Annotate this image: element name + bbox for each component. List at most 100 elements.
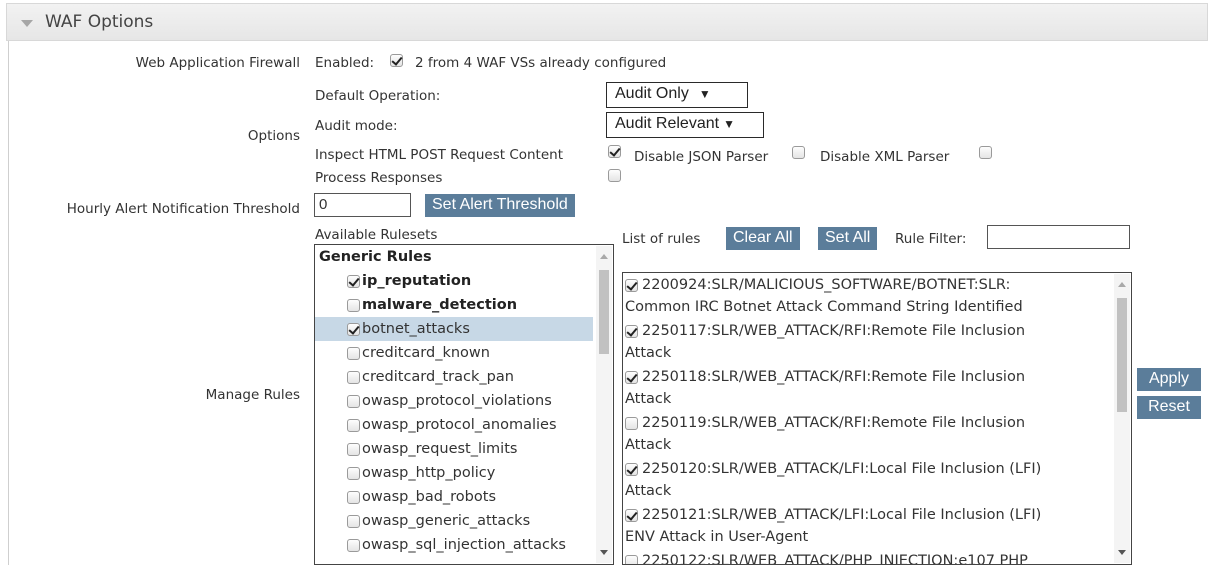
default-operation-value: Audit Only (615, 85, 689, 102)
inspect-post-label: Inspect HTML POST Request Content (315, 147, 564, 163)
ruleset-checkbox[interactable] (347, 298, 360, 312)
ruleset-label: creditcard_track_pan (362, 369, 514, 385)
section-header-waf-options[interactable]: WAF Options (6, 3, 1208, 41)
disable-xml-label: Disable XML Parser (820, 149, 950, 165)
ruleset-label: ip_reputation (362, 273, 472, 289)
collapse-triangle-icon[interactable] (21, 20, 33, 27)
rule-checkbox[interactable] (625, 416, 638, 430)
ruleset-label: owasp_protocol_anomalies (362, 417, 557, 433)
rule-text-line2: Attack (625, 437, 672, 453)
scroll-up-arrow-icon[interactable] (1118, 282, 1126, 287)
rule-text-line1: 2250118:SLR/WEB_ATTACK/RFI:Remote File I… (642, 369, 1026, 385)
ruleset-label: creditcard_known (362, 345, 490, 361)
ruleset-label: botnet_attacks (362, 321, 470, 337)
inspect-post-checkbox[interactable] (608, 145, 621, 158)
ruleset-checkbox[interactable] (347, 322, 360, 336)
ruleset-checkbox[interactable] (347, 370, 360, 384)
rulesets-listbox[interactable]: Generic Rules ip_reputation malware_detec… (314, 244, 614, 565)
rule-text-line2: Common IRC Botnet Attack Command String … (625, 299, 1023, 315)
default-operation-label: Default Operation: (315, 88, 441, 104)
ruleset-item[interactable]: owasp_request_limits (315, 437, 593, 461)
ruleset-label: owasp_bad_robots (362, 489, 496, 505)
ruleset-checkbox[interactable] (347, 514, 360, 528)
ruleset-item[interactable]: botnet_attacks (315, 317, 593, 341)
process-responses-checkbox[interactable] (608, 169, 621, 182)
reset-button[interactable]: Reset (1137, 396, 1201, 419)
options-label: Options (247, 128, 300, 144)
ruleset-checkbox[interactable] (347, 466, 360, 480)
rule-text-line1: 2250121:SLR/WEB_ATTACK/LFI:Local File In… (642, 507, 1042, 523)
apply-button[interactable]: Apply (1137, 368, 1201, 391)
audit-mode-select[interactable]: Audit Relevant ▼ (606, 112, 764, 138)
ruleset-item[interactable]: creditcard_track_pan (315, 365, 593, 389)
rule-text-line1: 2250122:SLR/WEB_ATTACK/PHP_INJECTION:e10… (642, 553, 1028, 565)
ruleset-checkbox[interactable] (347, 394, 360, 408)
rule-text-line2: ENV Attack in User-Agent (625, 529, 809, 545)
waf-label: Web Application Firewall (135, 55, 300, 71)
scroll-down-arrow-icon[interactable] (1118, 550, 1126, 555)
rule-checkbox[interactable] (625, 324, 638, 338)
ruleset-label: owasp_generic_attacks (362, 513, 531, 529)
dropdown-arrow-icon: ▼ (698, 87, 711, 101)
rules-scrollbar[interactable] (1114, 274, 1130, 563)
set-all-button[interactable]: Set All (818, 227, 878, 250)
audit-mode-value: Audit Relevant (615, 115, 720, 132)
threshold-label: Hourly Alert Notification Threshold (66, 201, 300, 217)
ruleset-checkbox[interactable] (347, 346, 360, 360)
rule-checkbox[interactable] (625, 370, 638, 384)
rule-item[interactable]: 2250117:SLR/WEB_ATTACK/RFI:Remote File I… (625, 323, 1025, 339)
audit-mode-label: Audit mode: (315, 118, 398, 134)
rule-filter-input[interactable] (987, 225, 1130, 249)
threshold-input[interactable]: 0 (314, 193, 411, 217)
rule-item[interactable]: 2250120:SLR/WEB_ATTACK/LFI:Local File In… (625, 461, 1041, 477)
ruleset-item[interactable]: owasp_http_policy (315, 461, 593, 485)
clear-all-button[interactable]: Clear All (726, 227, 800, 250)
rule-checkbox[interactable] (625, 554, 638, 564)
rule-item[interactable]: 2250119:SLR/WEB_ATTACK/RFI:Remote File I… (625, 415, 1025, 431)
waf-status-text: 2 from 4 WAF VSs already configured (415, 55, 667, 71)
ruleset-checkbox[interactable] (347, 418, 360, 432)
ruleset-item[interactable]: owasp_protocol_violations (315, 389, 593, 413)
rulesets-scrollbar[interactable] (596, 246, 612, 563)
rule-text-line1: 2200924:SLR/MALICIOUS_SOFTWARE/BOTNET:SL… (642, 277, 1011, 293)
rule-item[interactable]: 2250122:SLR/WEB_ATTACK/PHP_INJECTION:e10… (625, 553, 1028, 565)
ruleset-label: owasp_sql_injection_attacks (362, 537, 566, 553)
ruleset-item[interactable]: malware_detection (315, 293, 593, 317)
ruleset-item[interactable]: owasp_sql_injection_attacks (315, 533, 593, 557)
ruleset-checkbox[interactable] (347, 442, 360, 456)
ruleset-item[interactable]: ip_reputation (315, 269, 593, 293)
default-operation-select[interactable]: Audit Only ▼ (606, 82, 748, 108)
waf-enabled-checkbox[interactable] (390, 54, 403, 67)
rulesets-scroll-thumb[interactable] (599, 270, 609, 354)
disable-xml-checkbox[interactable] (979, 146, 992, 159)
list-of-rules-label: List of rules (622, 231, 701, 247)
ruleset-item[interactable]: owasp_bad_robots (315, 485, 593, 509)
dropdown-arrow-icon: ▼ (723, 117, 735, 131)
ruleset-checkbox[interactable] (347, 274, 360, 288)
rules-scroll-thumb[interactable] (1117, 298, 1127, 412)
available-rulesets-label: Available Rulesets (315, 227, 438, 243)
rule-checkbox[interactable] (625, 508, 638, 522)
ruleset-checkbox[interactable] (347, 538, 360, 552)
ruleset-group-header: Generic Rules (319, 249, 432, 265)
rule-item[interactable]: 2250121:SLR/WEB_ATTACK/LFI:Local File In… (625, 507, 1041, 523)
rule-text-line1: 2250120:SLR/WEB_ATTACK/LFI:Local File In… (642, 461, 1042, 477)
ruleset-item[interactable]: owasp_protocol_anomalies (315, 413, 593, 437)
scroll-up-arrow-icon[interactable] (600, 254, 608, 259)
rule-checkbox[interactable] (625, 278, 638, 292)
ruleset-item[interactable]: creditcard_known (315, 341, 593, 365)
scroll-down-arrow-icon[interactable] (600, 550, 608, 555)
rule-item[interactable]: 2200924:SLR/MALICIOUS_SOFTWARE/BOTNET:SL… (625, 277, 1010, 293)
ruleset-label: owasp_http_policy (362, 465, 496, 481)
ruleset-item[interactable]: owasp_generic_attacks (315, 509, 593, 533)
rules-listbox[interactable]: 2200924:SLR/MALICIOUS_SOFTWARE/BOTNET:SL… (622, 272, 1132, 565)
rule-item[interactable]: 2250118:SLR/WEB_ATTACK/RFI:Remote File I… (625, 369, 1025, 385)
rule-checkbox[interactable] (625, 462, 638, 476)
manage-rules-label: Manage Rules (205, 387, 300, 403)
rule-text-line2: Attack (625, 483, 672, 499)
section-title: WAF Options (45, 12, 154, 32)
ruleset-label: owasp_protocol_violations (362, 393, 552, 409)
disable-json-checkbox[interactable] (792, 146, 805, 159)
set-alert-threshold-button[interactable]: Set Alert Threshold (425, 194, 575, 217)
ruleset-checkbox[interactable] (347, 490, 360, 504)
